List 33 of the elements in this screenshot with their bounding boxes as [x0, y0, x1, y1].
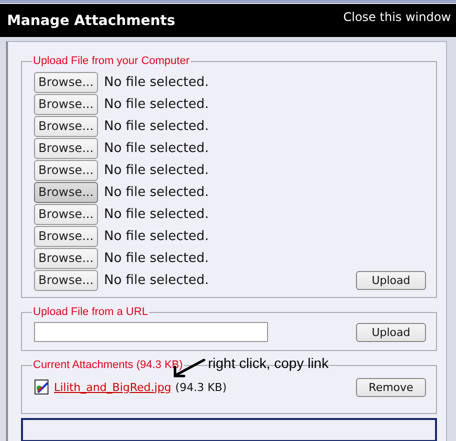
- file-status: No file selected.: [104, 74, 209, 90]
- url-input-field[interactable]: [34, 322, 268, 342]
- browse-button[interactable]: Browse...: [34, 160, 98, 180]
- group-legend: Current Attachments (94.3 KB): [32, 359, 184, 371]
- file-status: No file selected.: [104, 272, 209, 288]
- file-size: (94.3 KB): [175, 380, 227, 394]
- close-window-link[interactable]: Close this window: [343, 10, 451, 24]
- file-status: No file selected.: [104, 118, 209, 134]
- browse-button[interactable]: Browse...: [34, 72, 98, 92]
- file-status: No file selected.: [104, 250, 209, 266]
- remove-button[interactable]: Remove: [356, 378, 426, 396]
- file-status: No file selected.: [104, 96, 209, 112]
- file-status: No file selected.: [104, 162, 209, 178]
- browse-button[interactable]: Browse...: [34, 94, 98, 114]
- browse-button[interactable]: Browse...: [34, 248, 98, 268]
- browse-button[interactable]: Browse...: [34, 182, 98, 202]
- upload-button[interactable]: Upload: [356, 271, 426, 290]
- browse-button[interactable]: Browse...: [34, 226, 98, 246]
- browse-button[interactable]: Browse...: [34, 138, 98, 158]
- file-status: No file selected.: [104, 184, 209, 200]
- file-status: No file selected.: [104, 140, 209, 156]
- group-legend: Upload File from your Computer: [32, 55, 191, 67]
- file-status: No file selected.: [104, 206, 209, 222]
- upload-button[interactable]: Upload: [356, 322, 426, 342]
- file-status: No file selected.: [104, 228, 209, 244]
- group-legend: Upload File from a URL: [32, 306, 149, 318]
- image-file-icon: [34, 379, 50, 395]
- annotation-text: right click, copy link: [208, 355, 329, 371]
- file-link[interactable]: Lilith_and_BigRed.jpg: [54, 380, 172, 394]
- browse-button[interactable]: Browse...: [34, 204, 98, 224]
- browse-button[interactable]: Browse...: [34, 116, 98, 136]
- window-title: Manage Attachments: [7, 12, 176, 28]
- browse-button[interactable]: Browse...: [34, 270, 98, 290]
